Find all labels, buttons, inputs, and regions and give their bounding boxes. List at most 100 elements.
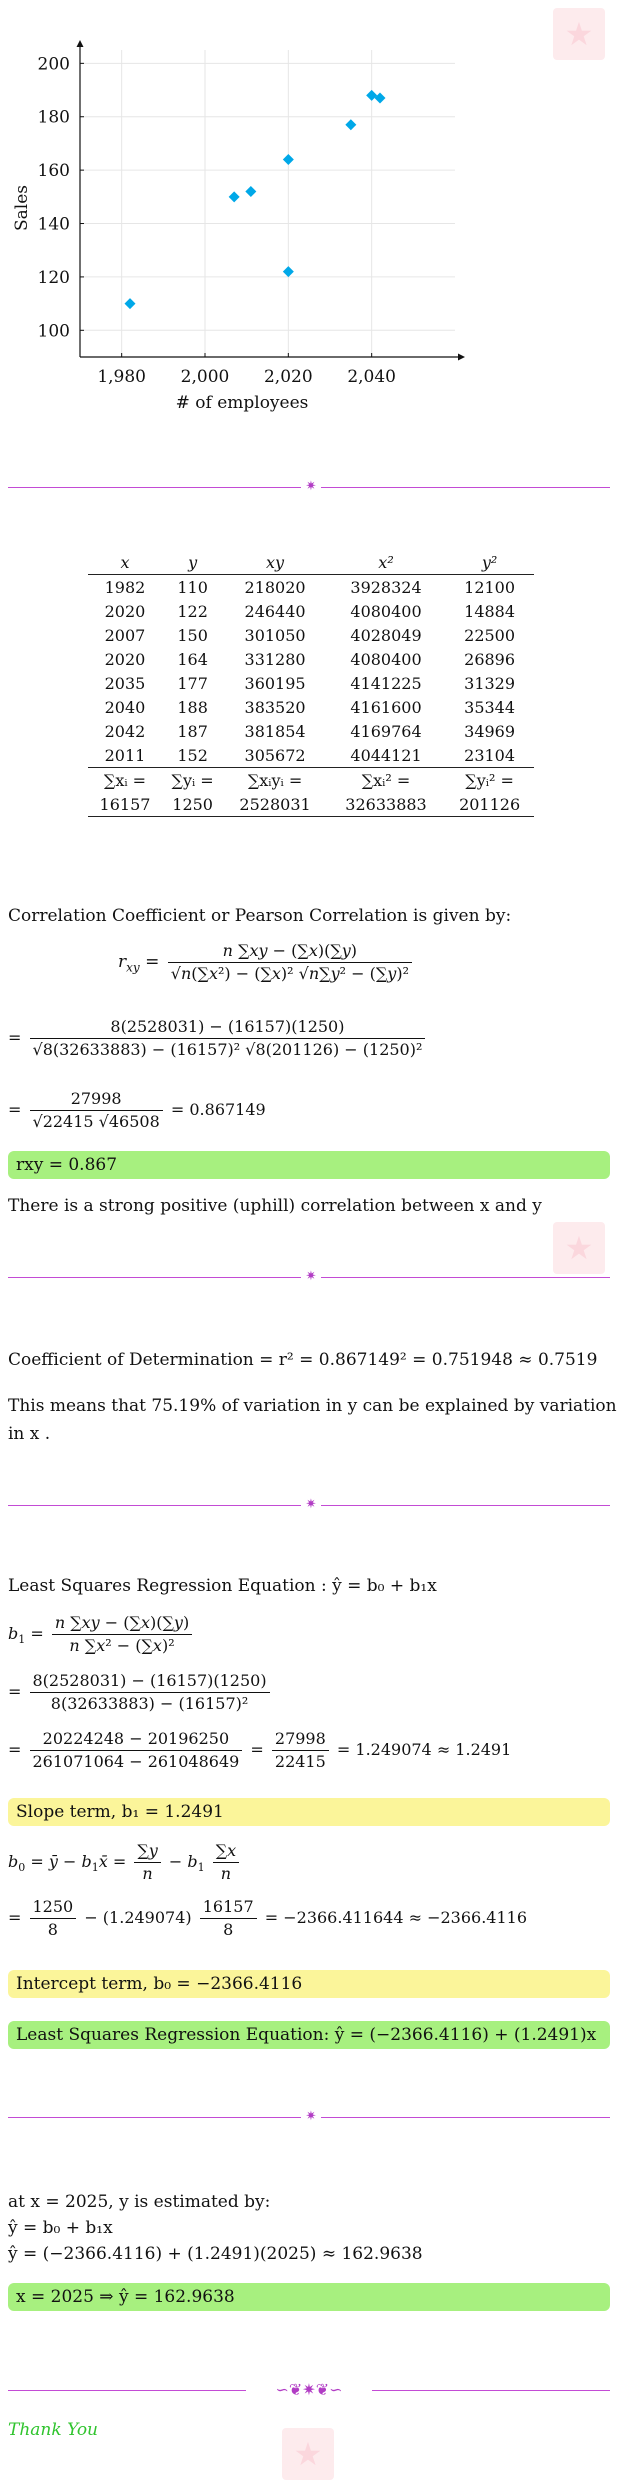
y-tick-label: 140 xyxy=(38,215,70,235)
table-row: 2020 122 246440 4080400 14884 xyxy=(88,599,534,623)
table-cell: 2040 xyxy=(104,697,146,717)
table-cell: 22500 xyxy=(464,625,516,645)
divider-ornament-icon: ✷ xyxy=(301,2110,321,2124)
table-row: 2011 152 305672 4044121 23104 xyxy=(88,743,534,768)
pearson-step-2-numerator: 27998 xyxy=(29,1088,163,1111)
table-cell: 188 xyxy=(177,697,208,717)
final-ornament-icon: ∽❦✷❦∽ xyxy=(275,2380,343,2399)
table-cell: 246440 xyxy=(244,601,306,621)
table-cell: 187 xyxy=(177,721,208,741)
table-cell: 34969 xyxy=(464,721,516,741)
chart-axes xyxy=(76,40,465,361)
x-tick-label: 2,040 xyxy=(347,367,396,387)
table-cell: 122 xyxy=(177,601,208,621)
regression-equation: Least Squares Regression Equation: ŷ = (… xyxy=(16,2025,597,2045)
table-cell: 2011 xyxy=(104,745,146,765)
y-tick-label: 160 xyxy=(38,161,70,181)
data-point-marker xyxy=(374,92,386,104)
intercept-term-box: Intercept term, b₀ = −2366.4116 xyxy=(8,1970,610,1998)
table-row: 2040 188 383520 4161600 35344 xyxy=(88,695,534,719)
data-point-marker xyxy=(345,119,357,131)
watermark-logo xyxy=(282,2428,334,2480)
final-divider-right xyxy=(372,2390,610,2391)
x-tick-labels: 1,980 2,000 2,020 2,040 xyxy=(97,367,396,387)
table-sum-value: 201126 xyxy=(445,792,534,817)
y-tick-labels: 100 120 140 160 180 200 xyxy=(38,54,70,341)
table-cell: 2042 xyxy=(104,721,146,741)
table-row: 2042 187 381854 4169764 34969 xyxy=(88,719,534,743)
table-cell: 383520 xyxy=(244,697,306,717)
table-cell: 110 xyxy=(177,577,208,597)
table-cell: 4028049 xyxy=(350,625,422,645)
pearson-formula: rxy = n ∑xy − (∑x)(∑y) √n(∑x²) − (∑x)² √… xyxy=(118,940,415,985)
table-header-cell: y² xyxy=(445,550,534,575)
data-point-marker xyxy=(282,153,294,165)
table-cell: 3928324 xyxy=(350,577,422,597)
table-row: 2035 177 360195 4141225 31329 xyxy=(88,671,534,695)
b0-step: = 1250 8 − (1.249074) 16157 8 = −2366.41… xyxy=(8,1896,528,1939)
x-tick-label: 2,000 xyxy=(181,367,230,387)
table-cell: 23104 xyxy=(464,745,516,765)
thank-you-text: Thank You xyxy=(8,2420,99,2440)
y-axis-label: Sales xyxy=(12,185,32,231)
table-sum-value-row: 16157 1250 2528031 32633883 201126 xyxy=(88,792,534,817)
table-cell: 150 xyxy=(177,625,208,645)
pearson-step-1-denominator: √8(32633883) − (16157)² √8(201126) − (12… xyxy=(32,1040,423,1059)
table-sum-label: ∑xᵢyᵢ = xyxy=(223,767,327,792)
table-cell: 381854 xyxy=(244,721,306,741)
table-row: 2007 150 301050 4028049 22500 xyxy=(88,623,534,647)
slope-term-box: Slope term, b₁ = 1.2491 xyxy=(8,1798,610,1826)
b1-formula: b1 = n ∑xy − (∑x)(∑y) n ∑x² − (∑x)² xyxy=(8,1612,195,1657)
b0-step-middle: − (1.249074) xyxy=(84,1908,192,1927)
data-point-marker xyxy=(245,185,257,197)
x-axis-arrow-icon xyxy=(458,353,465,361)
table-cell: 2007 xyxy=(104,625,146,645)
b1-step-2-reduced-denominator: 22415 xyxy=(274,1752,326,1771)
y-tick-label: 120 xyxy=(38,268,70,288)
table-cell: 360195 xyxy=(244,673,306,693)
estimate-result-box: x = 2025 ⇒ ŷ = 162.9638 xyxy=(8,2283,610,2311)
table-sum-value: 16157 xyxy=(88,792,162,817)
b1-step-1-denominator: 8(32633883) − (16157)² xyxy=(50,1694,249,1713)
table-cell: 301050 xyxy=(244,625,306,645)
table-cell: 177 xyxy=(177,673,208,693)
watermark-logo xyxy=(553,1222,605,1274)
y-tick-label: 180 xyxy=(38,108,70,128)
table-cell: 35344 xyxy=(464,697,516,717)
final-divider-left xyxy=(8,2390,246,2391)
estimate-calculation: ŷ = (−2366.4116) + (1.2491)(2025) ≈ 162.… xyxy=(8,2244,423,2264)
table-cell: 26896 xyxy=(464,649,516,669)
table-cell: 218020 xyxy=(244,577,306,597)
determination-explanation-2: in x . xyxy=(8,1424,51,1444)
table-sum-label: ∑xᵢ² = xyxy=(326,767,446,792)
pearson-step-2-result: = 0.867149 xyxy=(170,1100,266,1119)
table-sum-value: 32633883 xyxy=(326,792,446,817)
data-point-marker xyxy=(124,298,136,310)
pearson-step-2-denominator: √22415 √46508 xyxy=(32,1112,160,1131)
correlation-interpretation: There is a strong positive (uphill) corr… xyxy=(8,1196,542,1216)
b1-step-2-numerator: 20224248 − 20196250 xyxy=(29,1728,243,1751)
table-sum-label: ∑yᵢ² = xyxy=(445,767,534,792)
x-tick-label: 1,980 xyxy=(97,367,146,387)
table-cell: 2035 xyxy=(104,673,146,693)
b1-step-1: = 8(2528031) − (16157)(1250) 8(32633883)… xyxy=(8,1670,273,1715)
b0-step-result: = −2366.411644 ≈ −2366.4116 xyxy=(264,1908,528,1927)
b1-step-2-result: = 1.249074 ≈ 1.2491 xyxy=(336,1740,512,1759)
table-cell: 331280 xyxy=(244,649,306,669)
chart-grid xyxy=(80,50,455,357)
divider-ornament-icon: ✷ xyxy=(301,480,321,494)
pearson-step-1: = 8(2528031) − (16157)(1250) √8(32633883… xyxy=(8,1016,428,1061)
divider-ornament-icon: ✷ xyxy=(301,1498,321,1512)
y-tick-label: 100 xyxy=(38,321,70,341)
b0-step-numerator-1: 1250 xyxy=(29,1896,77,1919)
table-cell: 2020 xyxy=(104,601,146,621)
table-cell: 4080400 xyxy=(350,649,422,669)
data-point-marker xyxy=(366,89,378,101)
table-cell: 4044121 xyxy=(350,745,422,765)
x-axis-label: # of employees xyxy=(176,393,309,413)
table-header-cell: xy xyxy=(223,550,327,575)
table-cell: 164 xyxy=(177,649,208,669)
b0-step-numerator-2: 16157 xyxy=(199,1896,257,1919)
table-row: 1982 110 218020 3928324 12100 xyxy=(88,575,534,600)
b0-step-denominator-2: 8 xyxy=(223,1920,234,1939)
